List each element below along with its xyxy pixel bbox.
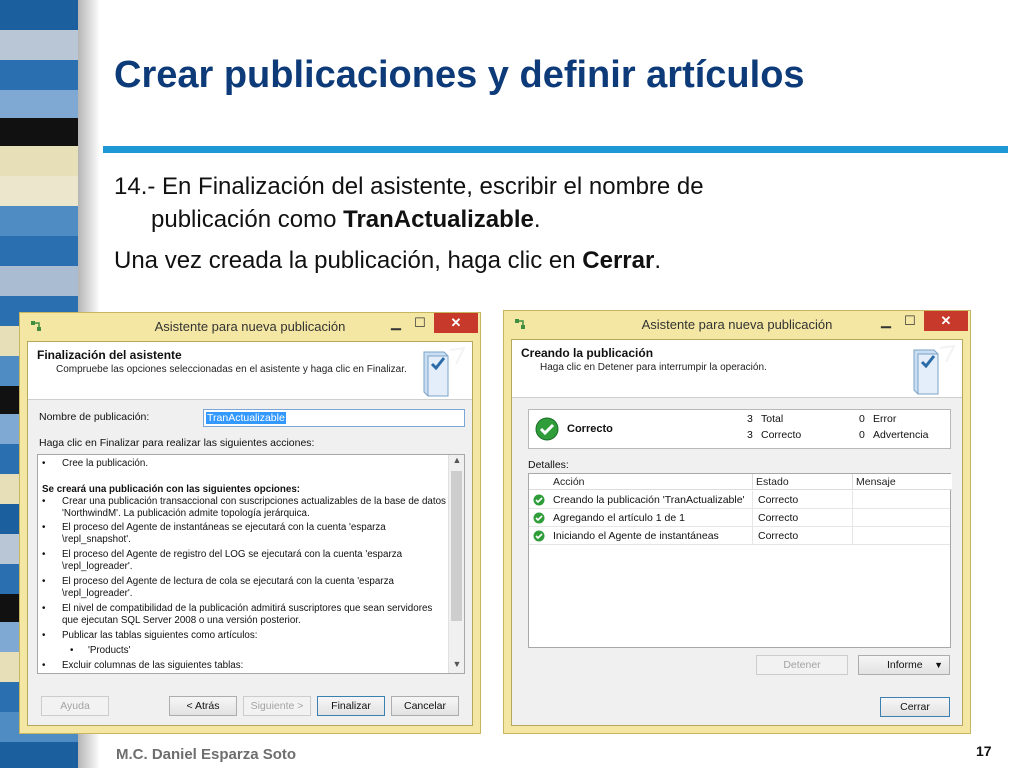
back-button[interactable]: < Atrás — [169, 696, 237, 716]
title-rule — [103, 146, 1008, 153]
report-button[interactable]: Informe ▼ — [858, 655, 950, 675]
step-text-suffix: . — [533, 206, 541, 233]
row-action: Iniciando el Agente de instantáneas — [553, 527, 753, 545]
footer-author: M.C. Daniel Esparza Soto — [116, 746, 297, 763]
scroll-down-icon[interactable]: ▼ — [449, 659, 464, 673]
close-text-suffix: . — [654, 247, 661, 274]
total-count: 3 — [747, 413, 753, 425]
close-instruction: Una vez creada la publicación, haga clic… — [114, 246, 661, 276]
maximize-button[interactable]: ☐ — [408, 313, 432, 333]
help-button[interactable]: Ayuda — [41, 696, 109, 716]
status-summary: Correcto 3 Total 3 Correcto 0 Error 0 Ad… — [528, 409, 951, 449]
action-item: • El proceso del Agente de lectura de col… — [42, 576, 394, 599]
status-text: Correcto — [567, 423, 613, 435]
step-text-prefix: publicación como — [151, 206, 344, 233]
table-row[interactable]: Agregando el artículo 1 de 1 Correcto — [529, 509, 950, 527]
next-button[interactable]: Siguiente > — [243, 696, 311, 716]
action-item: • Publicar las tablas siguientes como art… — [42, 630, 258, 641]
action-item: • El proceso del Agente de instantáneas s… — [42, 522, 386, 545]
action-item: • Excluir columnas de las siguientes tabl… — [42, 660, 244, 671]
row-state: Correcto — [753, 527, 853, 545]
row-message — [853, 509, 952, 527]
slide-title: Crear publicaciones y definir artículos — [114, 54, 805, 96]
action-item: • Crear una publicación transaccional con… — [42, 496, 446, 519]
action-group-heading: Se creará una publicación con las siguie… — [42, 484, 301, 495]
finish-button[interactable]: Finalizar — [317, 696, 385, 716]
table-row[interactable]: Iniciando el Agente de instantáneas Corr… — [529, 527, 950, 545]
row-action: Agregando el artículo 1 de 1 — [553, 509, 753, 527]
error-label: Error — [873, 413, 897, 425]
column-header-state[interactable]: Estado — [753, 474, 853, 490]
publication-name-label: Nombre de publicación: — [39, 411, 150, 423]
row-action: Creando la publicación 'TranActualizable… — [553, 491, 753, 509]
success-label: Correcto — [761, 429, 802, 441]
maximize-button[interactable]: ☐ — [898, 311, 922, 331]
book-check-icon — [423, 346, 466, 397]
total-label: Total — [761, 413, 784, 425]
success-check-icon — [533, 512, 545, 524]
dialog-client-area: Finalización del asistente Compruebe las… — [27, 341, 473, 726]
action-subitem: • 'Products' — [70, 645, 131, 656]
header-subtitle: Haga clic en Detener para interrumpir la… — [540, 362, 767, 373]
publication-name-emphasis: TranActualizable — [343, 206, 534, 233]
actions-label: Haga clic en Finalizar para realizar las… — [39, 437, 315, 449]
step-instruction-line2: publicación como TranActualizable. — [151, 205, 541, 235]
success-count: 3 — [747, 429, 753, 441]
wizard-dialog-finish: Asistente para nueva publicación ▁ ☐ ✕ F… — [19, 312, 481, 734]
warning-count: 0 — [859, 429, 865, 441]
column-header-action[interactable]: Acción — [529, 474, 753, 490]
stop-button[interactable]: Detener — [756, 655, 848, 675]
success-check-icon — [533, 530, 545, 542]
close-text-prefix: Una vez creada la publicación, haga clic… — [114, 247, 583, 274]
close-button-emphasis: Cerrar — [582, 247, 655, 274]
warning-label: Advertencia — [873, 429, 929, 441]
minimize-button[interactable]: ▁ — [874, 311, 898, 331]
action-item: • El nivel de compatibilidad de la public… — [42, 603, 433, 626]
header-title: Finalización del asistente — [37, 348, 182, 362]
row-state: Correcto — [753, 509, 853, 527]
actions-list[interactable]: • Cree la publicación. Se creará una publ… — [37, 454, 465, 674]
wizard-header: Finalización del asistente Compruebe las… — [28, 342, 472, 400]
close-window-button[interactable]: ✕ — [924, 311, 968, 331]
details-label: Detalles: — [528, 459, 569, 471]
actions-scrollbar[interactable]: ▲ ▼ — [448, 455, 464, 673]
cancel-button[interactable]: Cancelar — [391, 696, 459, 716]
table-row[interactable]: Creando la publicación 'TranActualizable… — [529, 491, 950, 509]
window-titlebar[interactable]: Asistente para nueva publicación ▁ ☐ ✕ — [20, 313, 480, 339]
row-state: Correcto — [753, 491, 853, 509]
close-button[interactable]: Cerrar — [880, 697, 950, 717]
details-grid[interactable]: Acción Estado Mensaje Creando la publica… — [528, 473, 952, 648]
scroll-thumb[interactable] — [451, 471, 462, 621]
window-titlebar[interactable]: Asistente para nueva publicación ▁ ☐ ✕ — [504, 311, 970, 337]
row-message — [853, 527, 952, 545]
dialog-client-area: Creando la publicación Haga clic en Dete… — [511, 339, 963, 726]
action-item: • El proceso del Agente de registro del L… — [42, 549, 403, 572]
wizard-header: Creando la publicación Haga clic en Dete… — [512, 340, 962, 398]
scroll-up-icon[interactable]: ▲ — [449, 455, 464, 469]
minimize-button[interactable]: ▁ — [384, 313, 408, 333]
column-header-message[interactable]: Mensaje — [853, 474, 952, 490]
publication-name-field[interactable]: TranActualizable — [203, 409, 465, 427]
success-check-icon — [535, 417, 559, 441]
wizard-dialog-progress: Asistente para nueva publicación ▁ ☐ ✕ C… — [503, 310, 971, 734]
header-subtitle: Compruebe las opciones seleccionadas en … — [56, 364, 407, 375]
report-button-label: Informe — [887, 659, 923, 671]
publication-name-value: TranActualizable — [206, 412, 286, 424]
header-title: Creando la publicación — [521, 346, 654, 360]
action-item: • Cree la publicación. — [42, 458, 149, 469]
step-instruction-line1: 14.- En Finalización del asistente, escr… — [114, 173, 704, 200]
error-count: 0 — [859, 413, 865, 425]
close-window-button[interactable]: ✕ — [434, 313, 478, 333]
success-check-icon — [533, 494, 545, 506]
row-message — [853, 491, 952, 509]
page-number: 17 — [976, 743, 992, 759]
book-check-icon — [913, 344, 956, 395]
chevron-down-icon: ▼ — [934, 660, 943, 670]
